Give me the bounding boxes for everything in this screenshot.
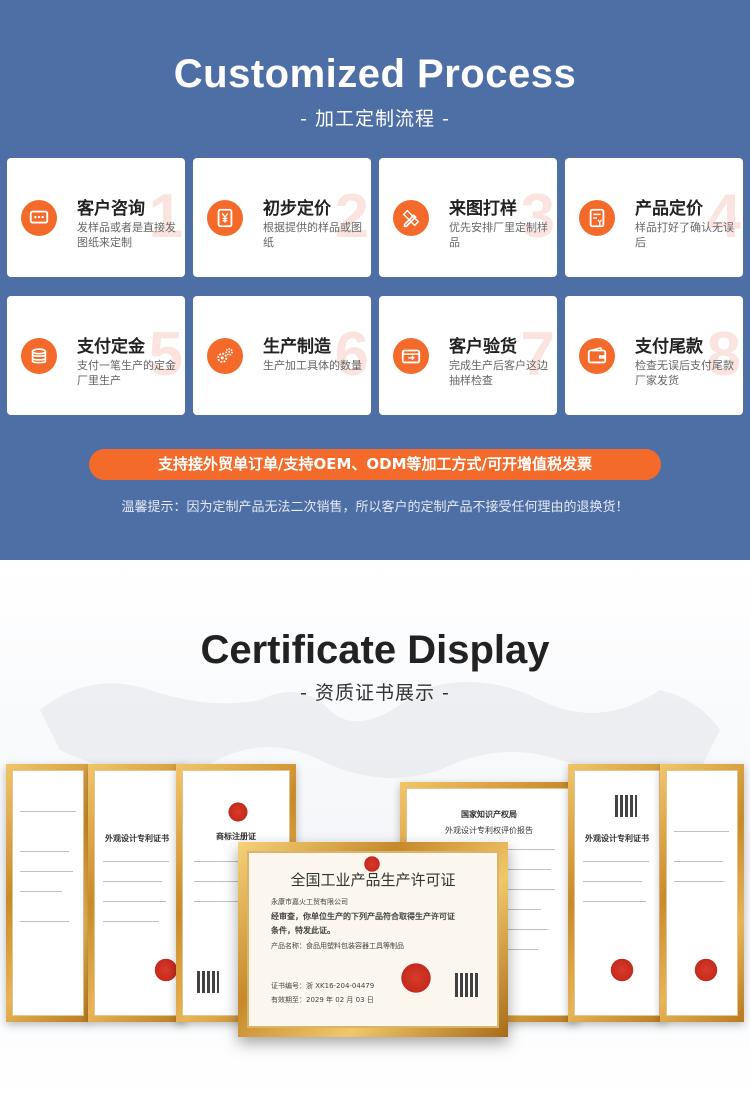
process-card-final-price: 4 产品定价 样品打好了确认无误后 [565, 158, 743, 277]
license-company: 永康市嘉火工贸有限公司 [271, 898, 348, 906]
license-title: 全国工业产品生产许可证 [290, 871, 456, 889]
patent-header: 外观设计专利证书 [105, 834, 169, 843]
card-number: 6 [334, 320, 369, 389]
license-statement-2: 条件，特发此证。 [271, 926, 335, 935]
qr-code-icon [197, 971, 219, 993]
yuan-price-icon [207, 200, 243, 236]
process-card-sampling: 3 来图打样 优先安排厂里定制样品 [379, 158, 557, 277]
process-card-deposit: 5 支付定金 支付一笔生产的定金厂里生产 [7, 296, 185, 415]
license-product: 产品名称：食品用塑料包装容器工具等制品 [271, 942, 404, 950]
process-card-inspection: 7 客户验货 完成生产后客户这边抽样检查 [379, 296, 557, 415]
card-title: 生产制造 [263, 337, 331, 357]
trademark-header: 商标注册证 [216, 832, 256, 841]
process-card-production: 6 生产制造 生产加工具体的数量 [193, 296, 371, 415]
wallet-icon [579, 338, 615, 374]
certificate-paper: 外观设计专利证书 [94, 770, 180, 1016]
card-title: 客户咨询 [77, 199, 145, 219]
card-desc: 根据提供的样品或图纸 [263, 221, 362, 249]
report-header: 国家知识产权局 [461, 810, 517, 819]
patent-header: 外观设计专利证书 [585, 834, 649, 843]
qr-code-icon [455, 973, 479, 997]
card-desc: 检查无误后支付尾款厂家发货 [635, 359, 734, 387]
card-title: 客户验货 [449, 337, 517, 357]
service-banner: 支持接外贸单订单/支持OEM、ODM等加工方式/可开增值税发票 [89, 449, 661, 480]
certificate-paper: 外观设计专利证书 [574, 770, 660, 1016]
license-validity: 有效期至：2029 年 02 月 03 日 [271, 996, 374, 1004]
card-desc: 生产加工具体的数量 [263, 359, 362, 372]
qr-code-icon [615, 795, 637, 817]
certificate-frame-production-license: 全国工业产品生产许可证 永康市嘉火工贸有限公司 经审查，你单位生产的下列产品符合… [238, 842, 508, 1037]
process-card-consult: 1 客户咨询 发样品或者是直接发图纸来定制 [7, 158, 185, 277]
card-title: 来图打样 [449, 199, 517, 219]
license-statement-1: 经审查，你单位生产的下列产品符合取得生产许可证 [271, 912, 455, 921]
certificate-paper: 全国工业产品生产许可证 永康市嘉火工贸有限公司 经审查，你单位生产的下列产品符合… [247, 851, 499, 1028]
customized-process-section: Customized Process - 加工定制流程 - 1 客户咨询 发样品… [0, 0, 750, 560]
certificate-frame-patent-left: 外观设计专利证书 [88, 764, 186, 1022]
red-seal-icon [399, 961, 433, 995]
card-title: 产品定价 [635, 199, 703, 219]
pencil-ruler-icon [393, 200, 429, 236]
red-seal-icon [693, 957, 719, 983]
gears-icon [207, 338, 243, 374]
delivery-box-icon [393, 338, 429, 374]
report-subheader: 外观设计专利权评价报告 [445, 826, 533, 835]
process-title: Customized Process [173, 52, 577, 96]
coin-stack-icon [21, 338, 57, 374]
card-desc: 样品打好了确认无误后 [635, 221, 734, 249]
red-seal-icon [609, 957, 635, 983]
return-policy-tip: 温馨提示：因为定制产品无法二次销售，所以客户的定制产品不接受任何理由的退换货！ [121, 500, 629, 515]
process-subtitle: - 加工定制流程 - [300, 108, 450, 130]
certificate-paper [666, 770, 738, 1016]
certificate-subtitle: - 资质证书展示 - [300, 682, 450, 704]
card-desc: 支付一笔生产的定金厂里生产 [77, 359, 176, 387]
process-card-balance: 8 支付尾款 检查无误后支付尾款厂家发货 [565, 296, 743, 415]
card-desc: 完成生产后客户这边抽样检查 [449, 359, 548, 387]
certificate-frame-far-left [6, 764, 90, 1022]
process-card-pricing: 2 初步定价 根据提供的样品或图纸 [193, 158, 371, 277]
certificate-paper [12, 770, 84, 1016]
card-desc: 发样品或者是直接发图纸来定制 [77, 221, 176, 249]
card-desc: 优先安排厂里定制样品 [449, 221, 548, 249]
card-title: 支付定金 [77, 337, 145, 357]
certificate-frame-patent-right: 外观设计专利证书 [568, 764, 666, 1022]
card-title: 支付尾款 [635, 337, 703, 357]
certificate-frame-far-right [660, 764, 744, 1022]
chat-bubble-icon [21, 200, 57, 236]
national-emblem-icon [227, 801, 249, 823]
certificate-title: Certificate Display [200, 628, 550, 672]
card-title: 初步定价 [263, 199, 331, 219]
price-list-icon [579, 200, 615, 236]
license-number: 证书编号：浙 XK16-204-04479 [271, 982, 375, 990]
